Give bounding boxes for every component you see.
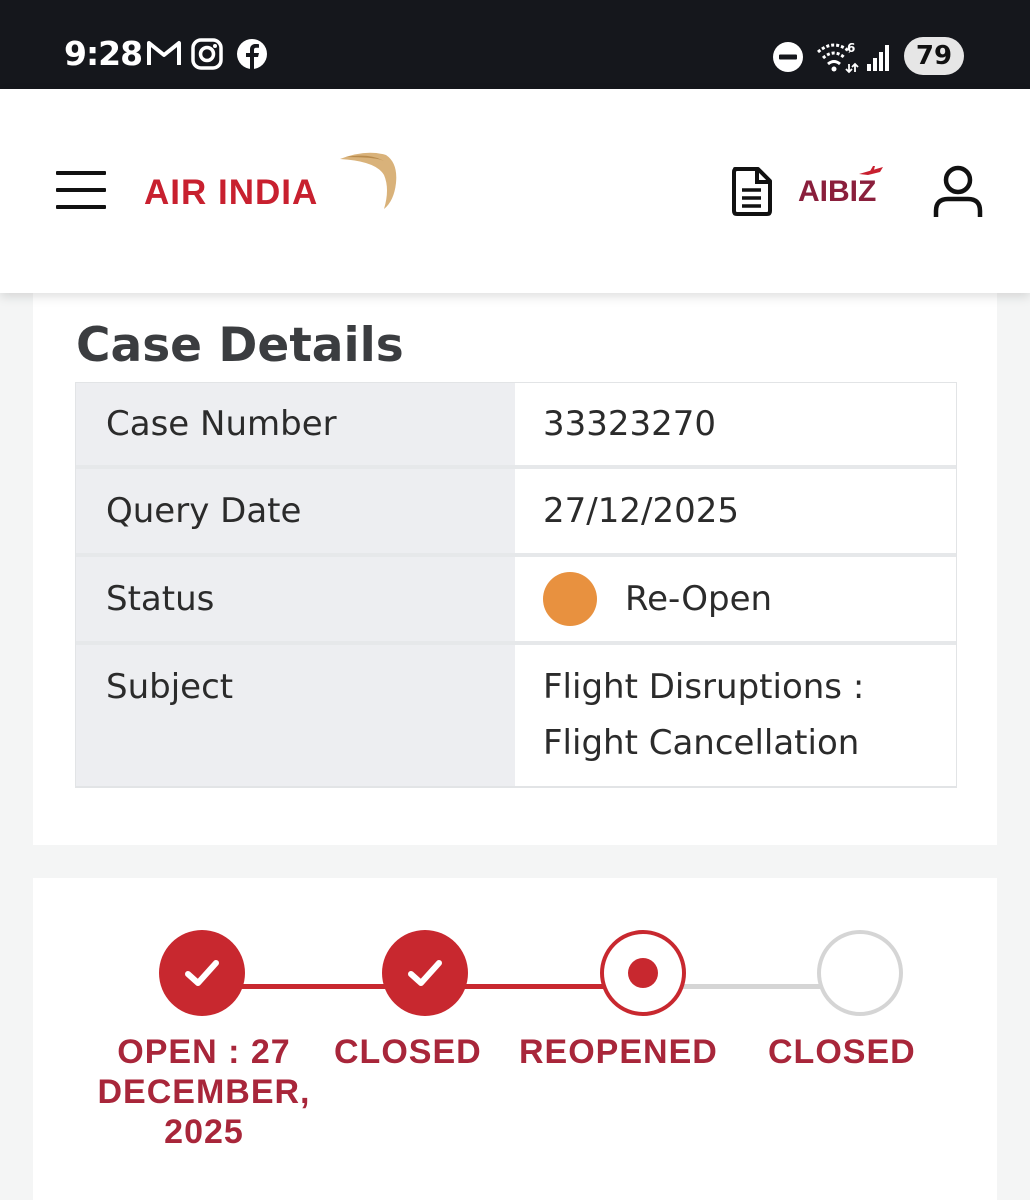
check-icon bbox=[185, 960, 219, 986]
step-reopened bbox=[600, 930, 686, 1016]
logo-swoosh-icon bbox=[340, 152, 397, 209]
menu-icon[interactable] bbox=[56, 171, 106, 211]
air-india-logo[interactable]: AIR INDIA bbox=[144, 173, 318, 213]
aibiz-logo[interactable]: AIBIZ bbox=[798, 175, 876, 209]
step-closed-final bbox=[817, 930, 903, 1016]
user-icon[interactable] bbox=[932, 165, 984, 221]
app-header: AIR INDIA AIBIZ bbox=[0, 89, 1030, 293]
plane-icon bbox=[859, 166, 883, 175]
step-closed-label: CLOSED bbox=[334, 1033, 482, 1071]
step-open-label: OPEN : 27 DECEMBER, 2025 bbox=[97, 1033, 311, 1151]
document-icon[interactable] bbox=[730, 165, 774, 217]
check-icon bbox=[408, 960, 442, 986]
step-open bbox=[159, 930, 245, 1016]
current-step-dot bbox=[628, 958, 658, 988]
step-reopened-label: REOPENED bbox=[519, 1033, 718, 1071]
step-closed-final-label: CLOSED bbox=[768, 1033, 916, 1071]
step-closed bbox=[382, 930, 468, 1016]
